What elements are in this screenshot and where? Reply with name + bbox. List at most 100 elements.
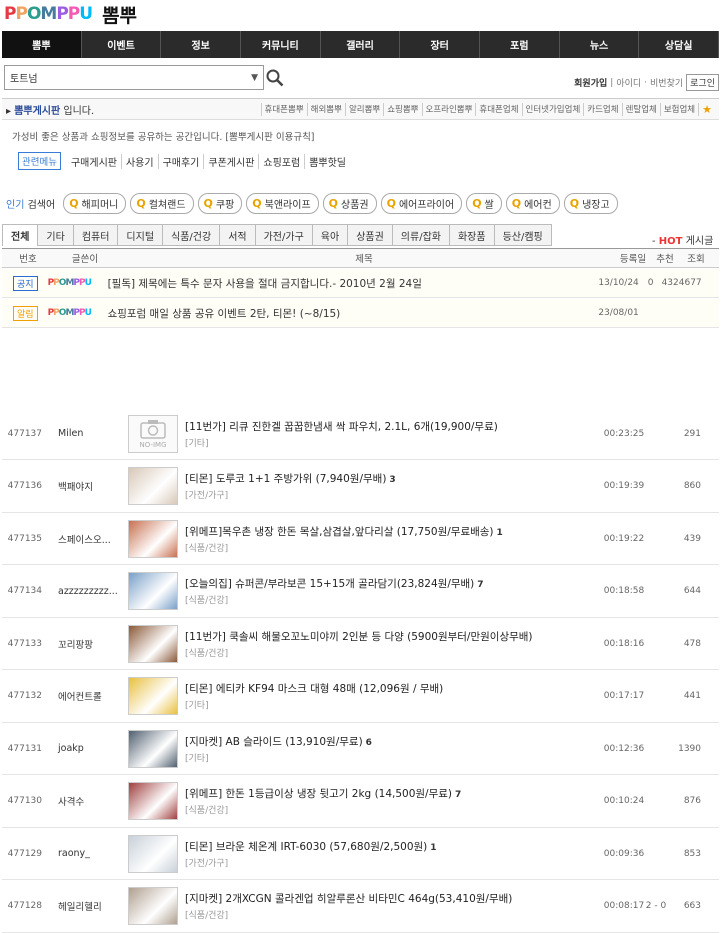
post-thumbnail[interactable] xyxy=(128,467,178,505)
popular-keyword[interactable]: Q 냉장고 xyxy=(563,193,618,214)
comment-count[interactable]: 6 xyxy=(366,738,372,748)
site-logo[interactable]: PPOMPPU 뽐뿌 xyxy=(4,3,137,27)
post-thumbnail[interactable]: NO-IMG xyxy=(128,414,178,453)
category-tab[interactable]: 의류/잡화 xyxy=(392,224,450,246)
related-menu-item[interactable]: 구매게시판 xyxy=(67,153,122,169)
category-tab[interactable]: 상품권 xyxy=(348,224,393,246)
post-writer[interactable]: 백패야지 xyxy=(54,479,126,493)
post-thumbnail[interactable] xyxy=(128,729,178,768)
board-link[interactable]: 카드업체 xyxy=(583,102,621,116)
post-subject[interactable]: [지마켓] 2개XCGN 콜라겐업 히알루론산 비타민C 464g(53,410… xyxy=(185,891,603,906)
category-tab[interactable]: 가전/가구 xyxy=(255,224,313,246)
board-link[interactable]: 쇼핑뽐뿌 xyxy=(383,102,421,116)
nav-item[interactable]: 장터 xyxy=(400,31,481,58)
post-thumbnail[interactable] xyxy=(128,624,178,663)
post-writer[interactable]: 꼬리팡팡 xyxy=(54,637,126,651)
post-subject[interactable]: [위메프]목우촌 냉장 한돈 목살,삼겹살,앞다리살 (17,750원/무료배송… xyxy=(185,524,603,539)
post-subject[interactable]: [11번가] 리큐 진한겔 꿉꿉한냄새 싹 파우치, 2.1L, 6개(19,9… xyxy=(185,419,603,434)
nav-item[interactable]: 뽐뿌 xyxy=(2,31,82,58)
related-menu-item[interactable]: 구매후기 xyxy=(159,153,205,169)
board-name[interactable]: 뽐뿌게시판 xyxy=(14,106,60,117)
post-writer[interactable]: 스페이스오... xyxy=(54,532,126,546)
find-pw-link[interactable]: 비번찾기 xyxy=(650,76,683,89)
category-tab[interactable]: 디지털 xyxy=(118,224,164,246)
board-link[interactable]: 인터넷가입업체 xyxy=(521,102,584,116)
category-tab[interactable]: 육아 xyxy=(312,224,349,246)
post-row[interactable]: 477136 백패야지 [티몬] 도루코 1+1 주방가위 (7,940원/무배) 3… xyxy=(2,461,719,513)
post-thumbnail[interactable] xyxy=(128,782,178,820)
category-tab[interactable]: 화장품 xyxy=(449,224,495,246)
post-subject[interactable]: [티몬] 브라운 체온계 IRT-6030 (57,680원/2,500원) 1 xyxy=(185,839,603,854)
related-menu-item[interactable]: 사용기 xyxy=(122,153,159,169)
notice-row[interactable]: 알림 PPOMPPU 쇼핑포럼 매일 상품 공유 이벤트 2탄, 티몬! (~8/1… xyxy=(2,299,719,328)
popular-keyword[interactable]: Q 에어컨 xyxy=(505,193,560,214)
nav-item[interactable]: 커뮤니티 xyxy=(241,31,321,58)
category-tab[interactable]: 식품/건강 xyxy=(163,224,221,246)
notice-row[interactable]: 공지 PPOMPPU [필독] 제목에는 특수 문자 사용을 절대 금지합니다.- … xyxy=(2,269,719,298)
post-subject[interactable]: [티몬] 도루코 1+1 주방가위 (7,940원/무배) 3 xyxy=(185,471,603,486)
board-link[interactable]: 해외뽐뿌 xyxy=(306,102,345,116)
nav-item[interactable]: 이벤트 xyxy=(82,31,162,58)
hot-posts-link[interactable]: - HOT 게시글 xyxy=(652,232,713,247)
search-icon[interactable] xyxy=(264,65,286,90)
comment-count[interactable]: 1 xyxy=(497,528,503,538)
post-subject[interactable]: [지마켓] AB 슬라이드 (13,910원/무료) 6 xyxy=(185,734,603,749)
popular-keyword[interactable]: Q 상품권 xyxy=(322,193,377,214)
category-tab[interactable]: 컴퓨터 xyxy=(73,224,119,246)
login-button[interactable]: 로그인 xyxy=(686,74,719,91)
nav-item[interactable]: 포럼 xyxy=(480,31,560,58)
related-menu-item[interactable]: 쿠폰게시판 xyxy=(204,153,260,169)
notice-subject[interactable]: [필독] 제목에는 특수 문자 사용을 절대 금지합니다.- 2010년 2월 … xyxy=(108,276,598,291)
post-writer[interactable]: 에어컨트롤 xyxy=(54,689,126,703)
post-writer[interactable]: azzzzzzzzz... xyxy=(54,586,126,597)
board-link[interactable]: 휴대폰업체 xyxy=(475,102,521,116)
category-tab[interactable]: 기타 xyxy=(38,224,74,246)
comment-count[interactable]: 7 xyxy=(455,790,461,800)
post-writer[interactable]: raony_ xyxy=(54,848,126,859)
post-row[interactable]: 477133 꼬리팡팡 [11번가] 쿡솔씨 해물오꼬노미야끼 2인분 등 다양 (… xyxy=(2,618,719,670)
dropdown-arrow-icon[interactable]: ▼ xyxy=(251,73,258,83)
search-input[interactable]: 토트넘 ▼ xyxy=(4,65,264,90)
popular-keyword[interactable]: Q 해피머니 xyxy=(63,193,127,214)
post-thumbnail[interactable] xyxy=(128,572,178,610)
board-link[interactable]: 렌탈업체 xyxy=(621,102,660,116)
popular-keyword[interactable]: Q 에어프라이어 xyxy=(380,193,463,214)
post-subject[interactable]: [티몬] 에티카 KF94 마스크 대형 48매 (12,096원 / 무배) xyxy=(185,681,603,696)
category-tab[interactable]: 전체 xyxy=(2,224,39,246)
post-thumbnail[interactable] xyxy=(128,887,178,925)
post-writer[interactable]: Milen xyxy=(54,428,126,439)
popular-keyword[interactable]: Q 북앤라이프 xyxy=(246,193,319,214)
notice-subject[interactable]: 쇼핑포럼 매일 상품 공유 이벤트 2탄, 티몬! (~8/15) xyxy=(108,306,598,321)
nav-item[interactable]: 갤러리 xyxy=(321,31,401,58)
post-row[interactable]: 477131 joakp [지마켓] AB 슬라이드 (13,910원/무료) 6 [기… xyxy=(2,723,719,775)
related-menu-item[interactable]: 쇼핑포럼 xyxy=(259,153,306,169)
related-menu-item[interactable]: 뽐뿌핫딜 xyxy=(305,154,350,169)
comment-count[interactable]: 3 xyxy=(389,475,395,485)
comment-count[interactable]: 1 xyxy=(430,843,436,853)
post-subject[interactable]: [위메프] 한돈 1등급이상 냉장 뒷고기 2kg (14,500원/무료) 7 xyxy=(185,786,603,801)
board-link[interactable]: 알리뽐뿌 xyxy=(344,102,383,116)
star-icon[interactable]: ★ xyxy=(698,102,715,116)
post-thumbnail[interactable] xyxy=(128,834,178,873)
category-tab[interactable]: 서적 xyxy=(220,224,256,246)
board-link[interactable]: 오프라인뽐뿌 xyxy=(421,102,476,116)
popular-keyword[interactable]: Q 컬쳐랜드 xyxy=(130,193,194,214)
category-tab[interactable]: 등산/캠핑 xyxy=(494,224,552,246)
popular-keyword[interactable]: Q쌀 xyxy=(466,193,502,214)
post-row[interactable]: 477135 스페이스오... [위메프]목우촌 냉장 한돈 목살,삼겹살,앞다리살… xyxy=(2,513,719,565)
board-link[interactable]: 휴대폰뽐뿌 xyxy=(260,102,307,116)
post-thumbnail[interactable] xyxy=(128,519,178,558)
post-row[interactable]: 477129 raony_ [티몬] 브라운 체온계 IRT-6030 (57,68… xyxy=(2,828,719,880)
post-writer[interactable]: 헤일리헬리 xyxy=(54,899,126,913)
post-row[interactable]: 477134 azzzzzzzzz... [오늘의집] 슈퍼콘/부라보콘 15+15… xyxy=(2,566,719,618)
post-writer[interactable]: joakp xyxy=(54,743,126,754)
post-writer[interactable]: 사격수 xyxy=(54,794,126,808)
nav-item[interactable]: 뉴스 xyxy=(560,31,640,58)
nav-item[interactable]: 정보 xyxy=(161,31,242,58)
board-link[interactable]: 보험업체 xyxy=(659,102,698,116)
post-row[interactable]: 477130 사격수 [위메프] 한돈 1등급이상 냉장 뒷고기 2kg (14,5… xyxy=(2,776,719,828)
post-thumbnail[interactable] xyxy=(128,677,178,715)
join-link[interactable]: 회원가입 xyxy=(574,76,607,89)
nav-item[interactable]: 상담실 xyxy=(639,31,720,58)
comment-count[interactable]: 7 xyxy=(477,580,483,590)
